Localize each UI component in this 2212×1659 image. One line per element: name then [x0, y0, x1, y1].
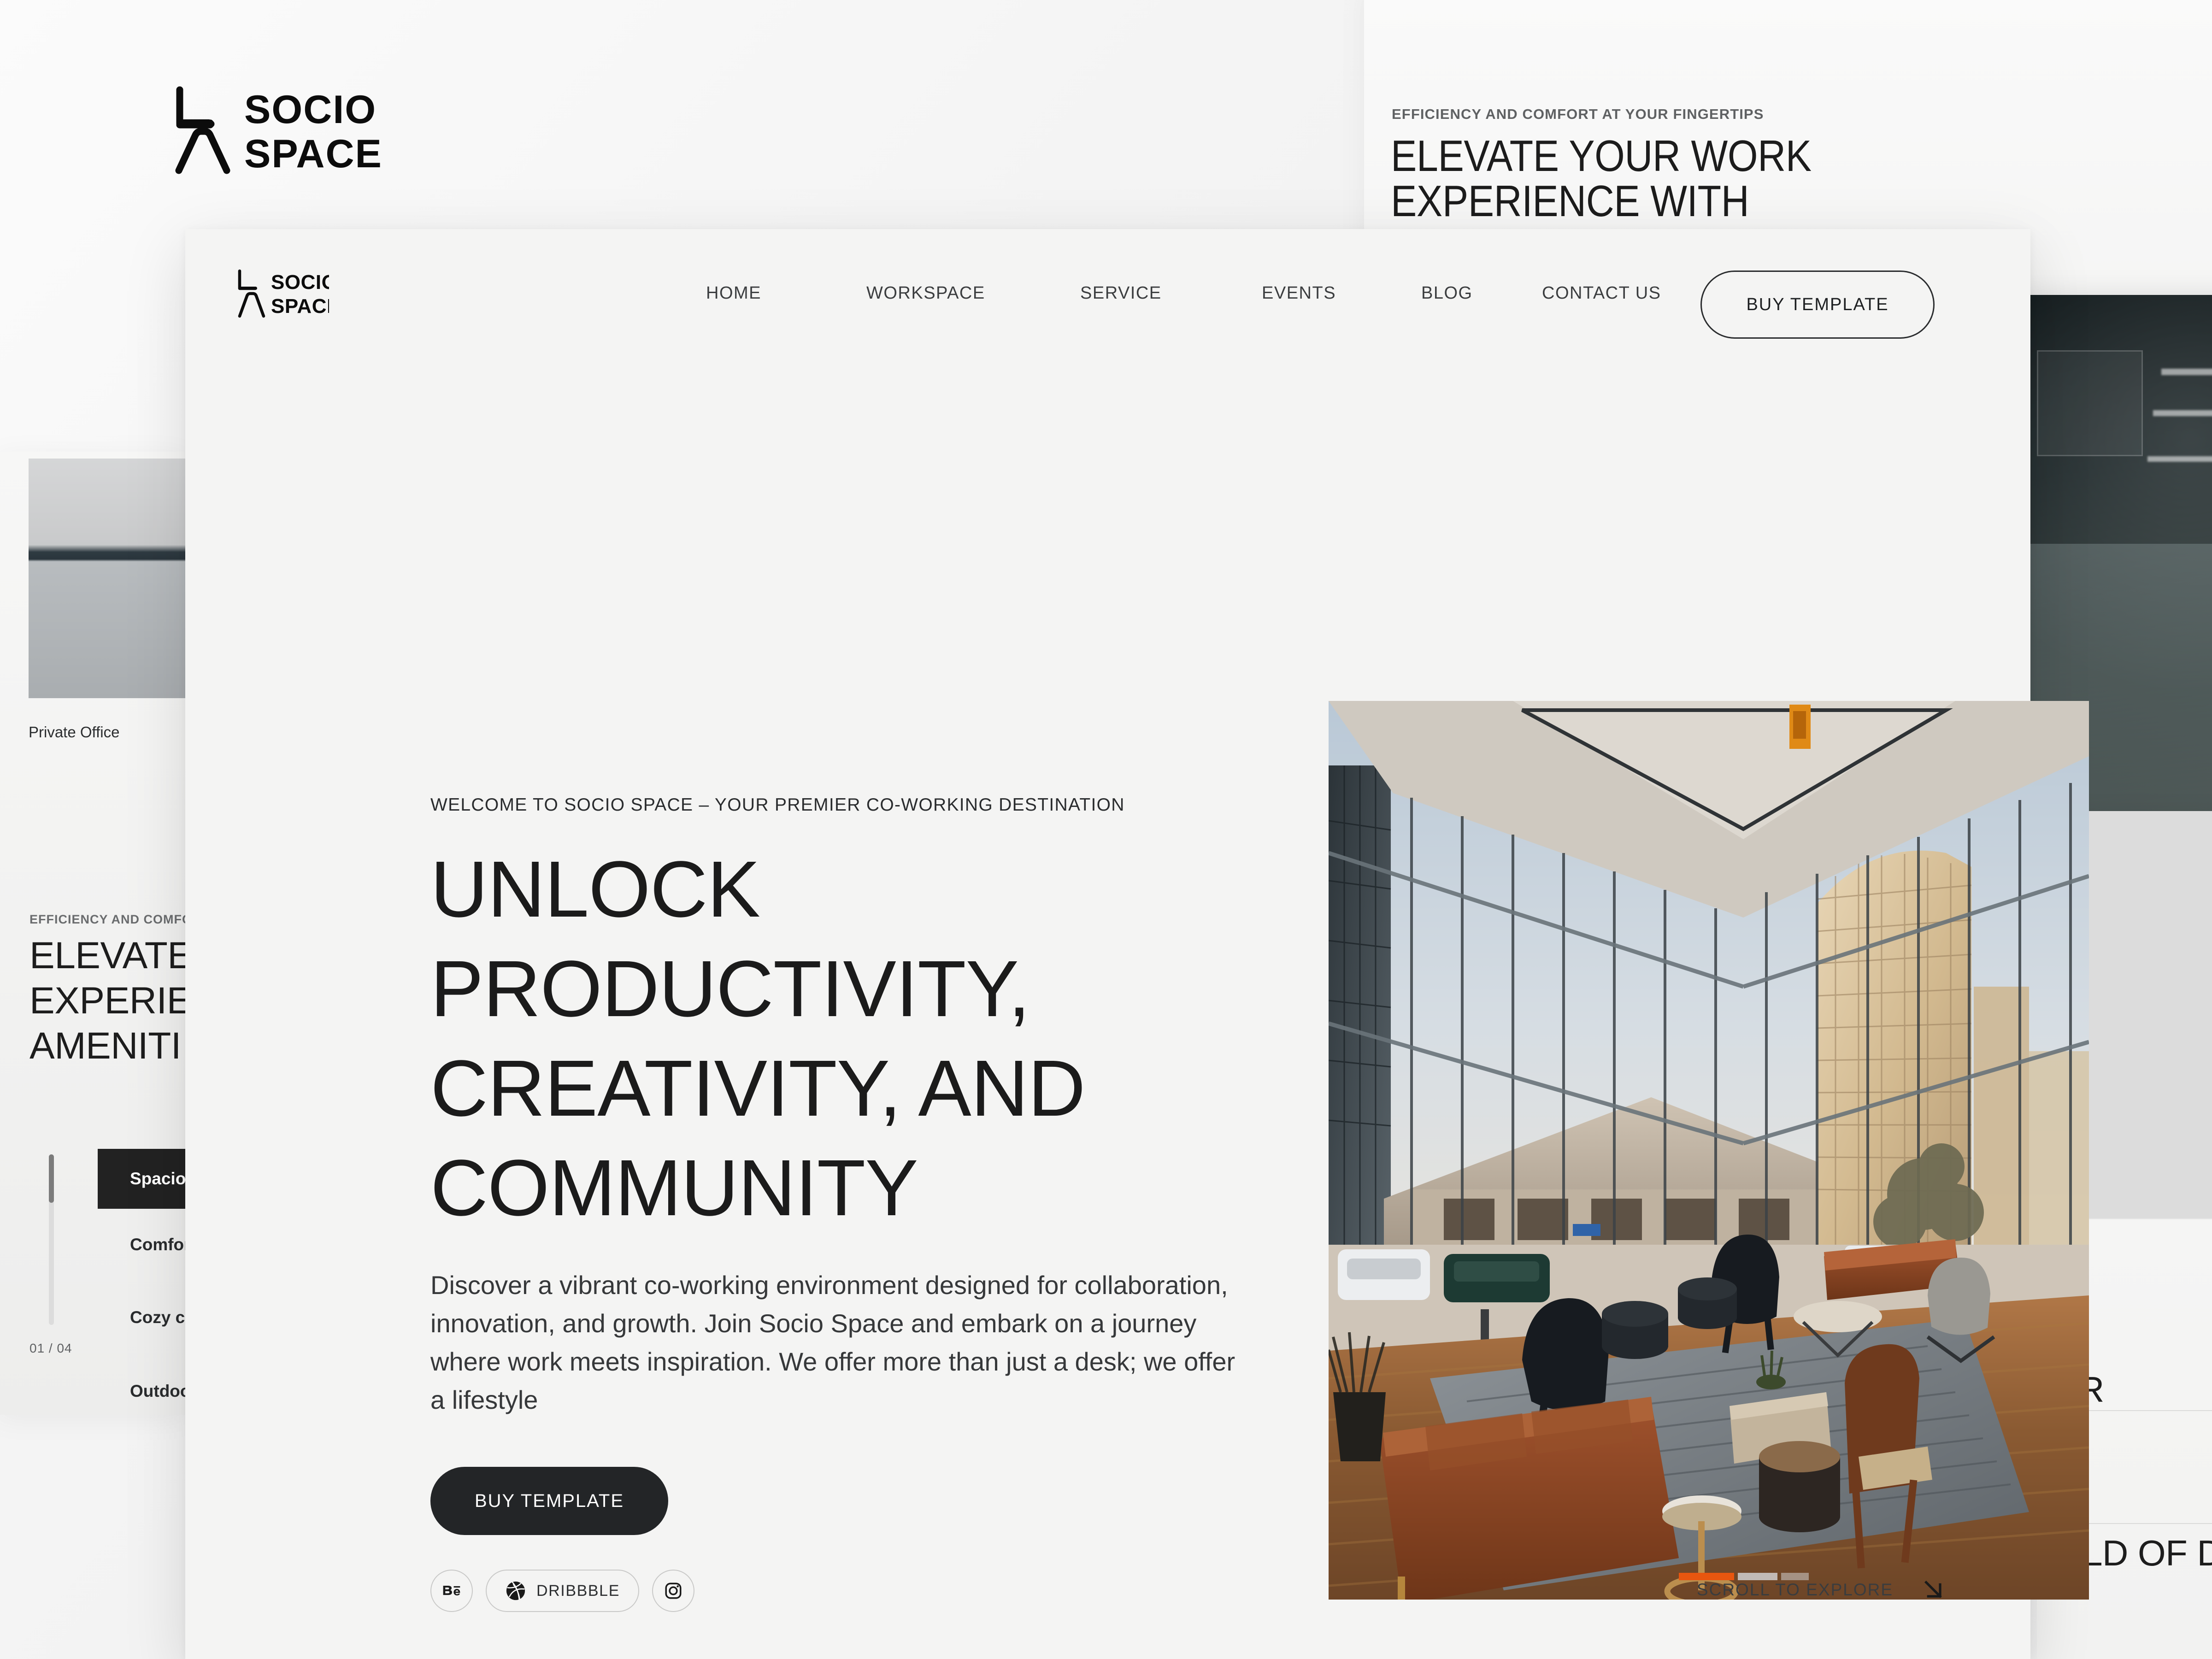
bg-left-eyebrow: EFFICIENCY AND COMFORT	[29, 912, 189, 926]
bg-left-progress-thumb	[49, 1154, 54, 1203]
bg-left-amenity-label-0: Spacious	[130, 1169, 189, 1188]
bg-left-title: ELEVATE EXPERIEN AMENITI	[29, 933, 189, 1069]
bg-left-counter: 01 / 04	[29, 1341, 72, 1355]
bg-left-progress-track	[49, 1154, 54, 1325]
bg-topright-eyebrow: EFFICIENCY AND COMFORT AT YOUR FINGERTIP…	[1392, 106, 1764, 122]
chair-logo-icon: SOCIO SPACE	[175, 86, 382, 175]
bg-left-amenity-label-1: Comfor	[130, 1235, 189, 1254]
social-link-dribbble[interactable]: DRIBBBLE	[486, 1570, 639, 1612]
nav-link-service[interactable]: SERVICE	[1080, 283, 1262, 303]
navbar-logo[interactable]: SOCIO SPACE	[237, 268, 329, 321]
svg-text:SPACE: SPACE	[271, 295, 329, 318]
bg-left-amenity-active: Spacious	[98, 1149, 189, 1209]
bg-left-amenity-label-2: Cozy ca	[130, 1308, 189, 1327]
brand-logo-large: SOCIO SPACE	[174, 85, 437, 175]
navbar-links: HOME WORKSPACE SERVICE EVENTS BLOG CONTA…	[706, 283, 1694, 303]
bg-topright-title-line1: ELEVATE YOUR WORK	[1391, 131, 1812, 181]
hero-image	[1329, 701, 2089, 1600]
buy-template-button-nav[interactable]: BUY TEMPLATE	[1700, 271, 1935, 339]
nav-link-contact-us[interactable]: CONTACT US	[1542, 283, 1694, 303]
hero-footer: DRIBBBLE SCROLL TO EXPLORE	[185, 1521, 2030, 1659]
hero-title: UNLOCK PRODUCTIVITY, CREATIVITY, AND COM…	[430, 844, 1086, 1232]
bg-left-title-line1: ELEVATE	[29, 935, 189, 977]
site-navbar: SOCIO SPACE HOME WORKSPACE SERVICE EVENT…	[185, 229, 2030, 367]
bg-left-amenity-label-3: Outdoo	[130, 1382, 189, 1400]
screenshot-stage: EFFICIENCY AND COMFORT AT YOUR FINGERTIP…	[0, 0, 2212, 1659]
scroll-to-explore[interactable]: SCROLL TO EXPLORE	[1697, 1577, 1947, 1603]
social-link-behance[interactable]	[430, 1570, 473, 1612]
background-sheet-private-office: Private Office EFFICIENCY AND COMFORT EL…	[0, 452, 189, 1415]
scroll-to-explore-label: SCROLL TO EXPLORE	[1696, 1580, 1893, 1599]
nav-link-home[interactable]: HOME	[706, 283, 866, 303]
hero-text-column: WELCOME TO SOCIO SPACE – YOUR PREMIER CO…	[430, 795, 1241, 1535]
bg-left-photo	[29, 459, 189, 698]
social-links: DRIBBBLE	[430, 1570, 694, 1612]
bg-left-title-line3: AMENITI	[29, 1025, 182, 1067]
main-hero-card: SOCIO SPACE HOME WORKSPACE SERVICE EVENT…	[185, 229, 2089, 1659]
brand-name-line1: SOCIO	[244, 88, 377, 132]
hero-body-text: Discover a vibrant co-working environmen…	[430, 1271, 1235, 1414]
chair-logo-icon: SOCIO SPACE	[238, 269, 329, 318]
behance-icon	[443, 1586, 460, 1596]
nav-link-workspace[interactable]: WORKSPACE	[866, 283, 1080, 303]
dribbble-label: DRIBBBLE	[536, 1582, 620, 1600]
nav-link-events[interactable]: EVENTS	[1262, 283, 1421, 303]
brand-name-line2: SPACE	[244, 132, 382, 175]
hero-image-illustration	[1329, 701, 2089, 1600]
bg-left-title-line2: EXPERIEN	[29, 980, 189, 1022]
svg-text:SOCIO: SOCIO	[271, 271, 329, 294]
dribbble-icon	[506, 1581, 525, 1600]
arrow-down-right-icon	[1924, 1580, 1942, 1598]
hero-eyebrow: WELCOME TO SOCIO SPACE – YOUR PREMIER CO…	[430, 795, 1125, 815]
instagram-icon	[665, 1583, 682, 1599]
bg-left-caption: Private Office	[29, 724, 120, 741]
nav-link-blog[interactable]: BLOG	[1421, 283, 1542, 303]
social-link-instagram[interactable]	[652, 1570, 694, 1612]
